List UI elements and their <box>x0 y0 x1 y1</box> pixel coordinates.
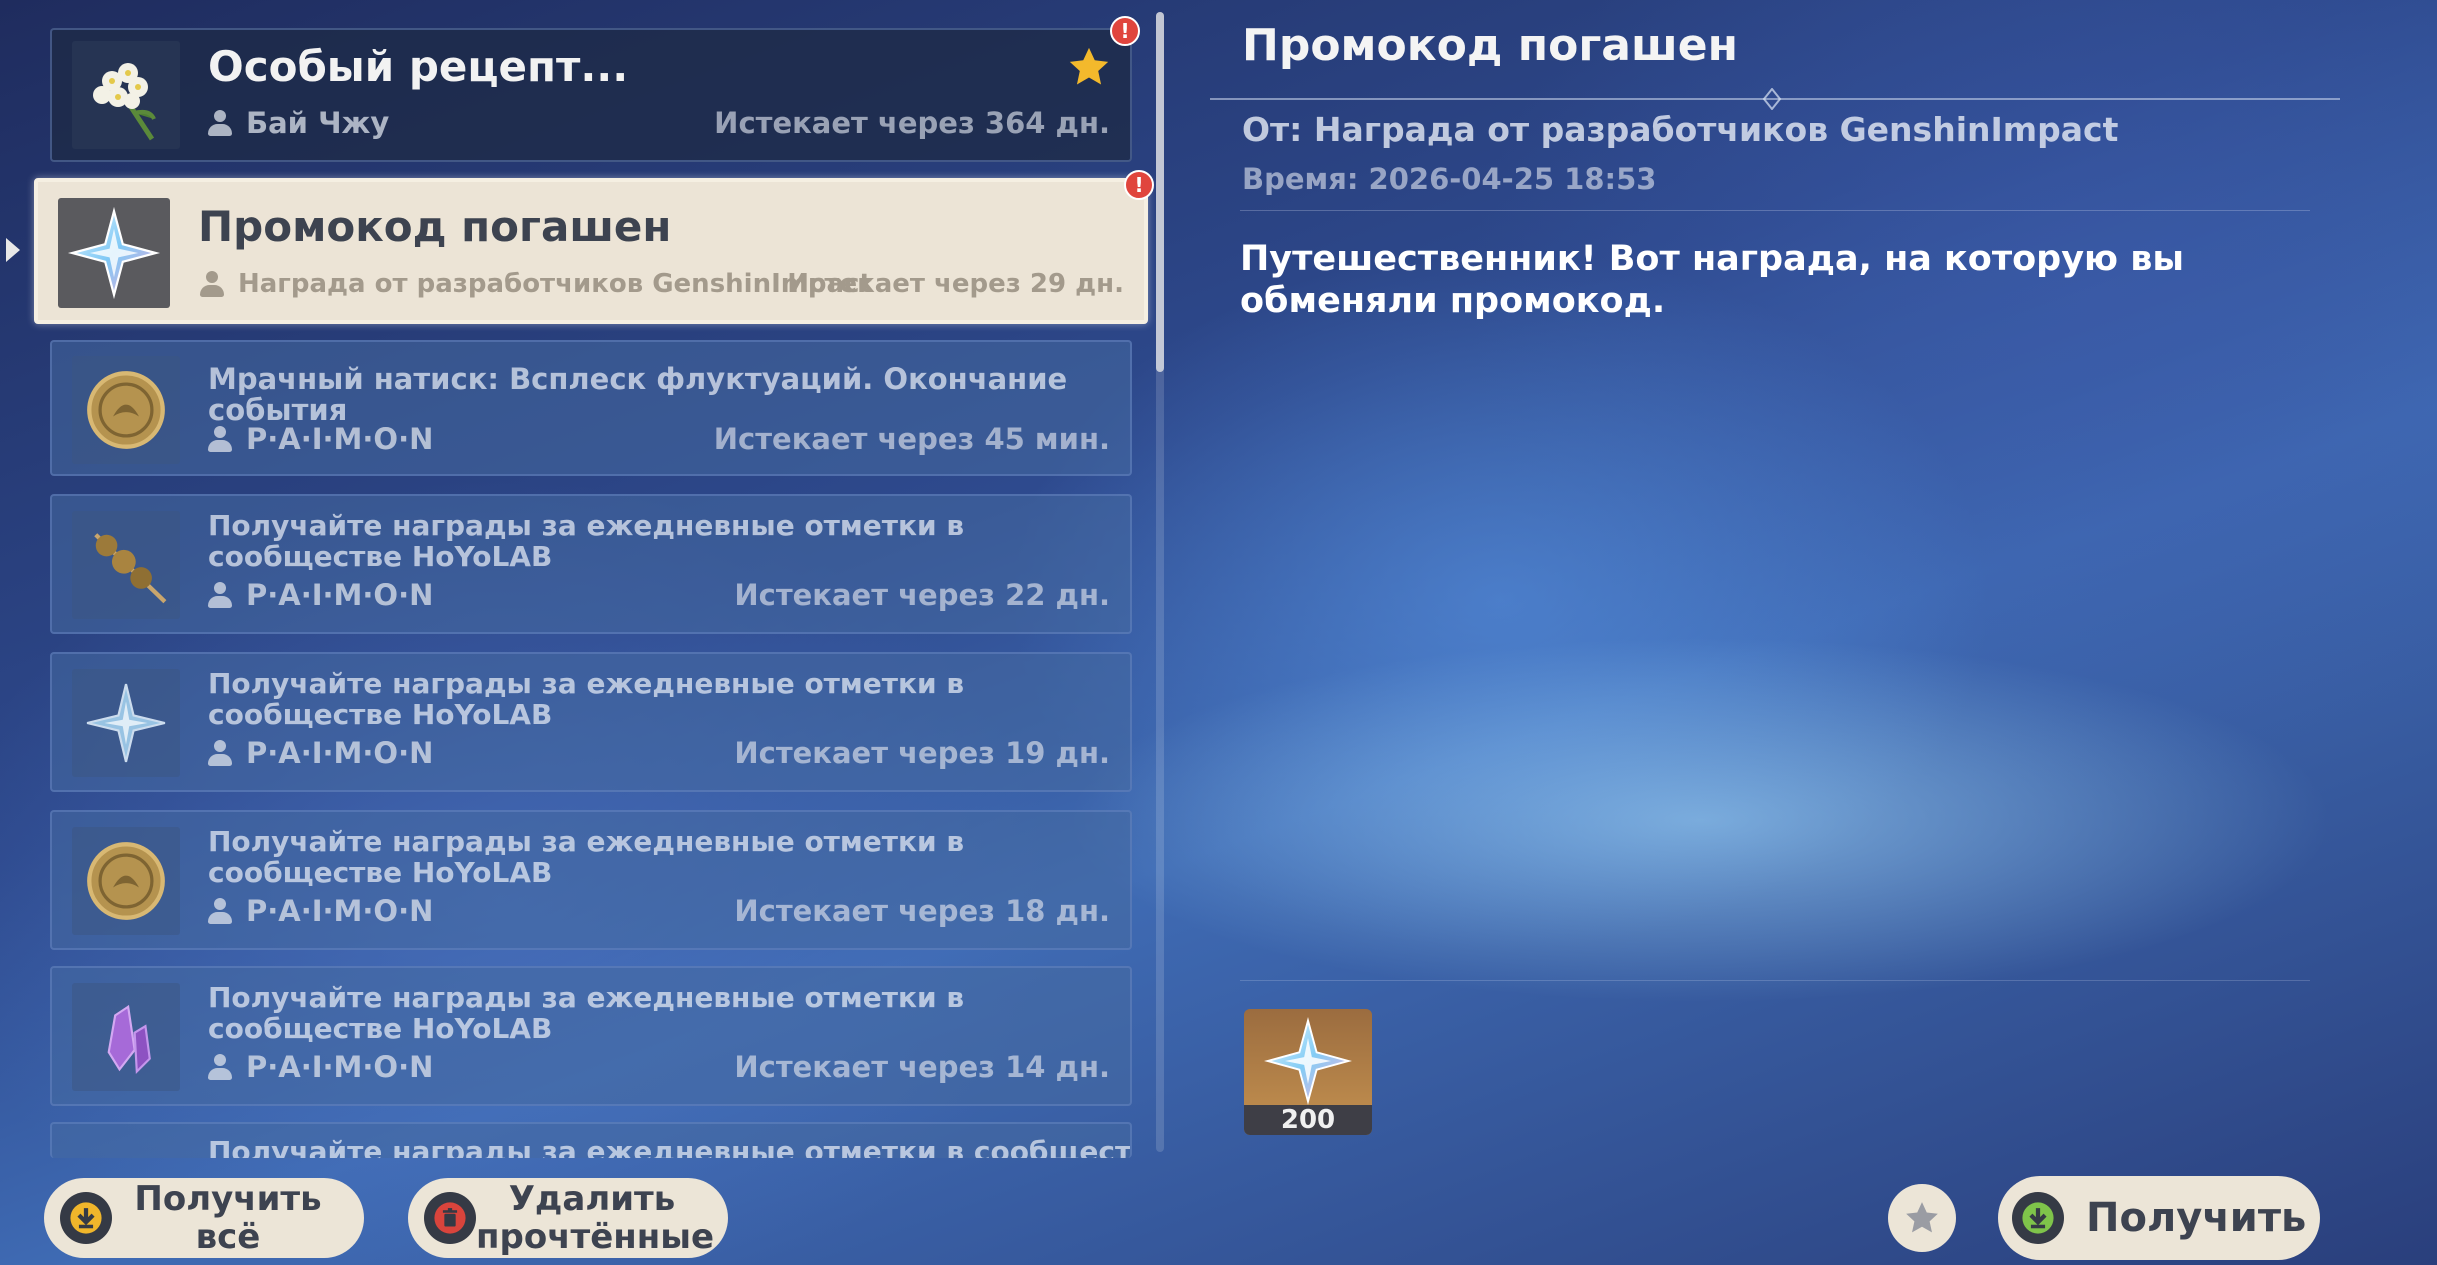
mail-icon-box <box>72 356 180 464</box>
mail-icon-box <box>72 669 180 777</box>
mail-expiry: Истекает через 18 дн. <box>734 894 1110 928</box>
person-icon <box>208 898 232 924</box>
attachments-divider <box>1240 980 2310 981</box>
mora-coin-icon <box>87 371 165 449</box>
mail-sender: P·A·I·M·O·N <box>208 894 433 928</box>
mail-sender-name: P·A·I·M·O·N <box>246 736 434 770</box>
mail-item-selected[interactable]: Промокод погашен Награда от разработчико… <box>34 178 1148 324</box>
mail-sender-name: P·A·I·M·O·N <box>246 578 434 612</box>
mail-title: Получайте награды за ежедневные отметки … <box>208 981 965 1045</box>
mail-sender-name: P·A·I·M·O·N <box>246 422 434 456</box>
star-icon <box>1906 1202 1938 1233</box>
mail-sender: Награда от разработчиков GenshinImpact <box>200 269 872 299</box>
unread-badge: ! <box>1124 170 1154 200</box>
mail-item[interactable]: Получайте награды за ежедневные отметки … <box>50 966 1132 1106</box>
crystal-icon <box>107 1004 151 1075</box>
star-icon <box>1069 47 1109 85</box>
scrollbar-thumb[interactable] <box>1156 12 1164 372</box>
mail-item[interactable]: Получайте награды за ежедневные отметки … <box>50 1122 1132 1158</box>
mail-sender: P·A·I·M·O·N <box>208 736 433 770</box>
mail-icon-box <box>72 983 180 1091</box>
mail-title: Получайте награды за ежедневные отметки … <box>208 509 965 573</box>
claim-all-button[interactable]: Получить всё <box>44 1178 364 1258</box>
mail-sender-name: P·A·I·M·O·N <box>246 894 434 928</box>
person-icon <box>208 1054 232 1080</box>
mail-sender-name: Награда от разработчиков GenshinImpact <box>238 269 872 299</box>
claim-icon <box>60 1192 112 1244</box>
mail-icon-box <box>58 198 170 308</box>
mora-coin-icon <box>87 842 165 920</box>
divider-ornament-icon <box>1762 88 1782 110</box>
skewer-food-icon <box>94 533 167 604</box>
person-icon <box>208 740 232 766</box>
mail-title: Получайте награды за ежедневные отметки … <box>208 1135 1132 1158</box>
claim-button[interactable]: Получить <box>1998 1176 2320 1260</box>
header-divider <box>1240 210 2310 211</box>
claim-all-label: Получить всё <box>134 1179 322 1257</box>
mail-icon-box <box>72 41 180 149</box>
favorite-button[interactable] <box>1888 1184 1956 1252</box>
person-icon <box>208 110 232 136</box>
mail-sender: P·A·I·M·O·N <box>208 1050 433 1084</box>
person-icon <box>208 426 232 452</box>
mail-title: Промокод погашен <box>198 202 672 251</box>
mail-list-scrollbar[interactable] <box>1156 12 1164 1152</box>
mail-item[interactable]: Получайте награды за ежедневные отметки … <box>50 494 1132 634</box>
primogem-icon <box>67 206 161 300</box>
detail-time: Время: 2026-04-25 18:53 <box>1242 162 1657 196</box>
mail-expiry: Истекает через 45 мин. <box>713 422 1110 456</box>
mail-sender-name: Бай Чжу <box>246 106 390 140</box>
mail-sender: P·A·I·M·O·N <box>208 578 433 612</box>
mail-expiry: Истекает через 364 дн. <box>714 106 1110 140</box>
mail-expiry: Истекает через 14 дн. <box>734 1050 1110 1084</box>
delete-read-label: Удалить прочтённые <box>476 1179 715 1257</box>
mail-title: Мрачный натиск: Всплеск флуктуаций. Окон… <box>208 362 1068 427</box>
reward-item[interactable]: 200 <box>1244 1009 1372 1135</box>
trash-icon <box>424 1192 476 1244</box>
delete-read-button[interactable]: Удалить прочтённые <box>408 1178 728 1258</box>
mail-expiry: Истекает через 22 дн. <box>734 578 1110 612</box>
primogem-icon <box>1264 1017 1352 1105</box>
mail-sender: P·A·I·M·O·N <box>208 422 433 456</box>
primogem-icon <box>86 683 166 763</box>
flower-icon <box>93 63 156 141</box>
mail-title: Получайте награды за ежедневные отметки … <box>208 667 965 731</box>
unread-badge: ! <box>1110 16 1140 46</box>
mail-title: Получайте награды за ежедневные отметки … <box>208 825 965 889</box>
mail-item[interactable]: Особый рецепт... Бай Чжу Истекает через … <box>50 28 1132 162</box>
mail-title: Особый рецепт... <box>208 42 629 91</box>
person-icon <box>200 271 224 297</box>
claim-label: Получить <box>2086 1195 2307 1241</box>
mail-icon-box <box>72 511 180 619</box>
mail-item[interactable]: Получайте награды за ежедневные отметки … <box>50 652 1132 792</box>
detail-from: От: Награда от разработчиков GenshinImpa… <box>1242 110 2119 149</box>
person-icon <box>208 582 232 608</box>
detail-title: Промокод погашен <box>1242 20 1738 71</box>
reward-count: 200 <box>1244 1105 1372 1135</box>
detail-body: Путешественник! Вот награда, на которую … <box>1240 239 2185 321</box>
mail-expiry: Истекает через 29 дн. <box>787 269 1124 299</box>
mail-item[interactable]: Получайте награды за ежедневные отметки … <box>50 810 1132 950</box>
selection-indicator-icon <box>6 238 20 262</box>
mail-icon-box <box>72 827 180 935</box>
mail-expiry: Истекает через 19 дн. <box>734 736 1110 770</box>
mail-sender-name: P·A·I·M·O·N <box>246 1050 434 1084</box>
mail-item[interactable]: Мрачный натиск: Всплеск флуктуаций. Окон… <box>50 340 1132 476</box>
mail-sender: Бай Чжу <box>208 106 389 140</box>
claim-icon <box>2012 1192 2064 1244</box>
